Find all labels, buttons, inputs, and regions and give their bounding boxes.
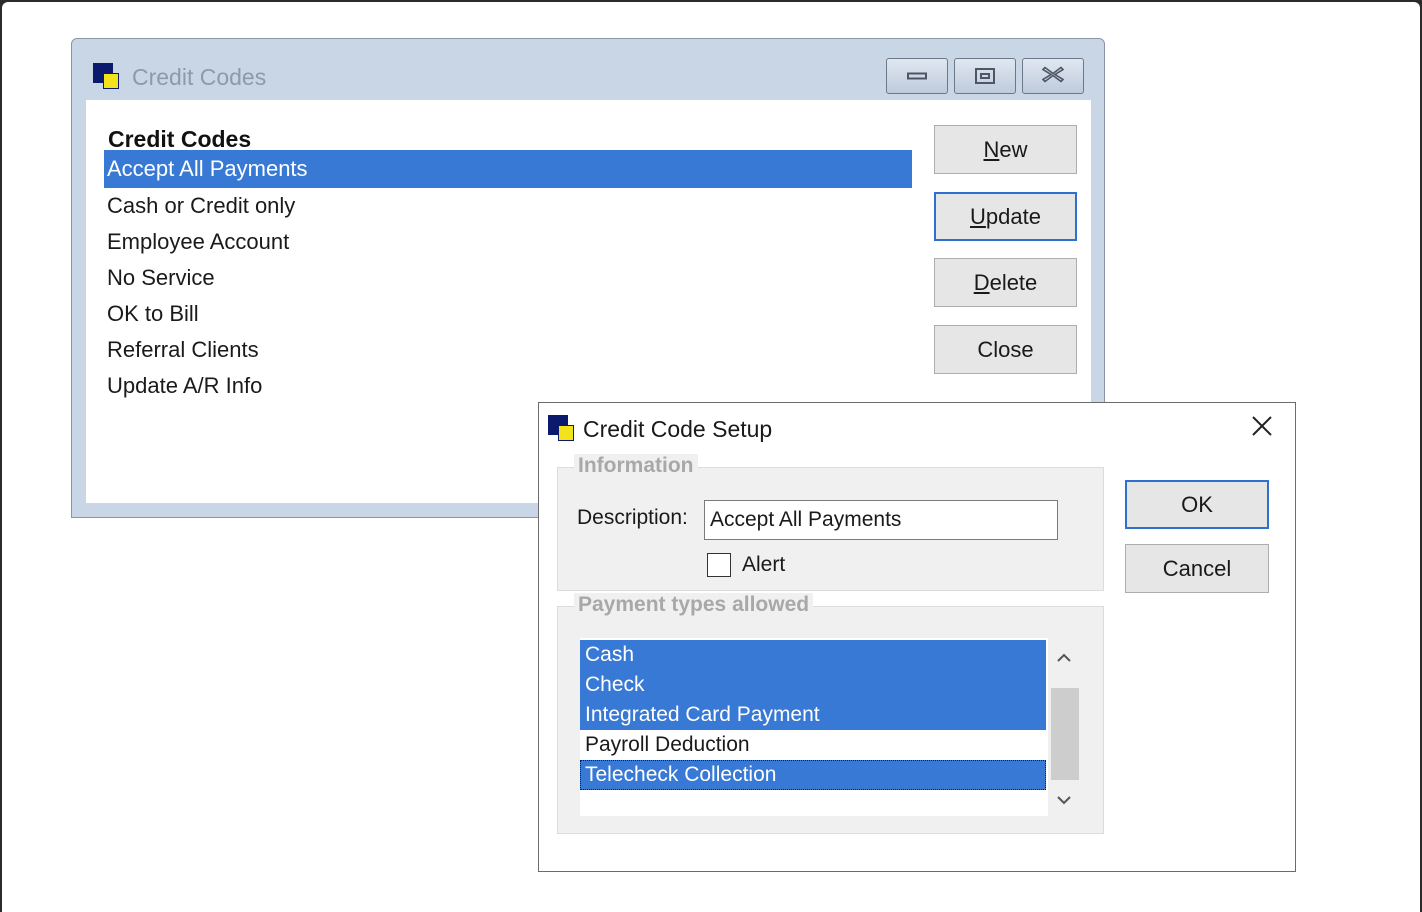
chevron-up-icon[interactable] bbox=[1048, 642, 1079, 672]
new-mnemonic: N bbox=[983, 137, 1000, 162]
list-item[interactable]: Cash or Credit only bbox=[104, 188, 912, 224]
payment-list-scrollbar[interactable] bbox=[1048, 638, 1079, 816]
update-button[interactable]: Update bbox=[934, 192, 1077, 241]
delete-button[interactable]: Delete bbox=[934, 258, 1077, 307]
maximize-button[interactable] bbox=[954, 58, 1016, 94]
alert-label: Alert bbox=[742, 553, 786, 576]
payment-types-list[interactable]: Cash Check Integrated Card Payment Payroll … bbox=[580, 638, 1079, 816]
new-label: ew bbox=[999, 137, 1028, 162]
minimize-button[interactable] bbox=[886, 58, 948, 94]
maximize-icon bbox=[975, 68, 995, 84]
app-icon bbox=[548, 415, 575, 442]
update-label: pdate bbox=[985, 204, 1041, 229]
minimize-icon bbox=[907, 72, 927, 80]
list-item[interactable]: Integrated Card Payment bbox=[580, 700, 1046, 730]
list-item[interactable]: Check bbox=[580, 670, 1046, 700]
close-icon bbox=[1041, 66, 1065, 86]
credit-code-setup-dialog: Credit Code Setup Information Descriptio… bbox=[538, 402, 1296, 872]
list-item[interactable]: Employee Account bbox=[104, 224, 912, 260]
chevron-down-icon[interactable] bbox=[1048, 784, 1079, 814]
payment-types-group: Payment types allowed Cash Check Integrate… bbox=[557, 593, 1104, 834]
dialog-title: Credit Code Setup bbox=[583, 416, 773, 442]
cancel-button[interactable]: Cancel bbox=[1125, 544, 1269, 593]
delete-mnemonic: D bbox=[973, 270, 990, 295]
new-button[interactable]: New bbox=[934, 125, 1077, 174]
window-title: Credit Codes bbox=[132, 64, 267, 90]
credit-codes-list[interactable]: Accept All Payments Cash or Credit only Em… bbox=[104, 150, 912, 404]
list-item[interactable]: Update A/R Info bbox=[104, 368, 912, 404]
description-input[interactable] bbox=[704, 500, 1058, 540]
list-item[interactable]: Telecheck Collection bbox=[580, 760, 1046, 790]
list-item[interactable]: Referral Clients bbox=[104, 332, 912, 368]
app-icon bbox=[93, 63, 120, 90]
information-group-label: Information bbox=[574, 454, 698, 478]
list-header: Credit Codes bbox=[108, 126, 252, 152]
delete-label: elete bbox=[989, 270, 1038, 295]
list-item[interactable]: Accept All Payments bbox=[104, 150, 912, 188]
close-button[interactable]: Close bbox=[934, 325, 1077, 374]
alert-checkbox[interactable] bbox=[707, 553, 731, 577]
scrollbar-thumb[interactable] bbox=[1051, 688, 1079, 780]
ok-button[interactable]: OK bbox=[1125, 480, 1269, 529]
list-item[interactable]: OK to Bill bbox=[104, 296, 912, 332]
list-item[interactable]: No Service bbox=[104, 260, 912, 296]
list-item[interactable]: Cash bbox=[580, 640, 1046, 670]
information-group: Information Description: Alert bbox=[557, 454, 1104, 591]
dialog-close-button[interactable] bbox=[1239, 411, 1285, 447]
close-icon bbox=[1250, 412, 1274, 445]
window-close-button[interactable] bbox=[1022, 58, 1084, 94]
description-label: Description: bbox=[577, 506, 688, 529]
update-mnemonic: U bbox=[970, 204, 986, 229]
desktop-canvas: Credit Codes Credit Codes Accept All Pay… bbox=[2, 2, 1420, 912]
payment-types-group-label: Payment types allowed bbox=[574, 593, 814, 617]
list-item[interactable]: Payroll Deduction bbox=[580, 730, 1046, 760]
